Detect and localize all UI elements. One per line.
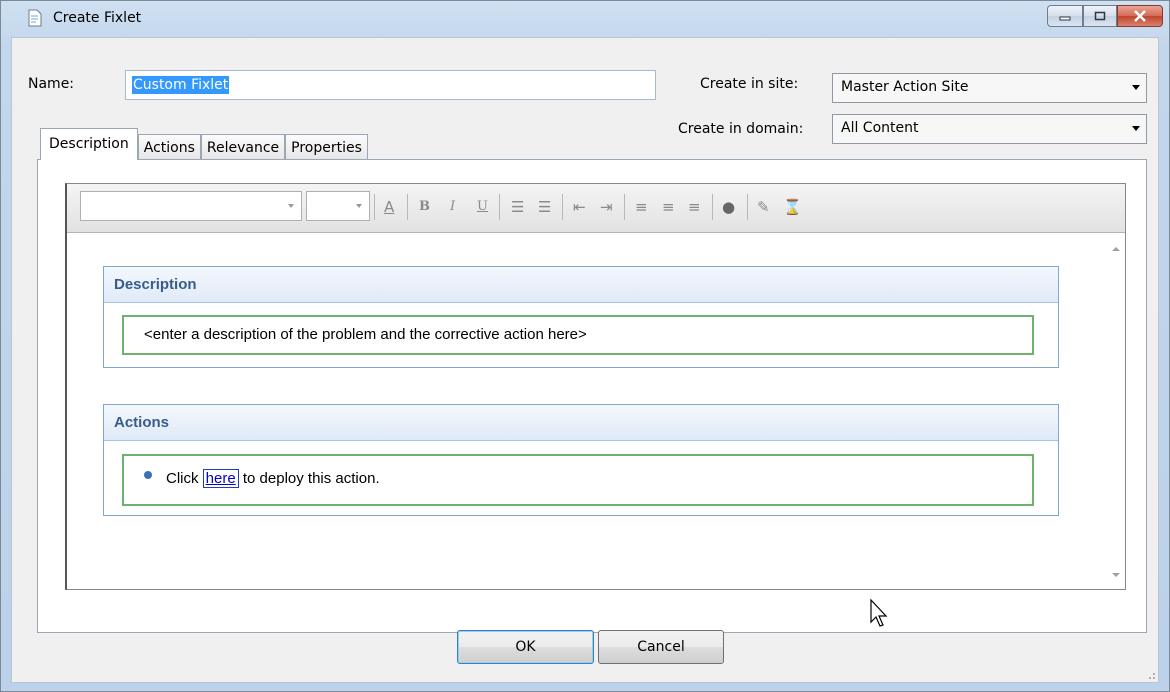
align-right-icon[interactable]: ≡	[688, 198, 701, 216]
name-input[interactable]: Custom Fixlet	[125, 70, 656, 100]
create-fixlet-window: Create Fixlet Name: Custom Fixlet Create…	[0, 0, 1170, 692]
bold-icon[interactable]: B	[419, 198, 430, 216]
tab-actions[interactable]: Actions	[137, 134, 201, 160]
name-input-value: Custom Fixlet	[132, 76, 230, 94]
title-bar[interactable]: Create Fixlet	[1, 1, 1169, 37]
maximize-button[interactable]	[1083, 5, 1117, 27]
bullet-icon	[144, 471, 152, 479]
description-section-header: Description	[104, 267, 1058, 303]
action-suffix: to deploy this action.	[238, 470, 380, 487]
editor-toolbar: A B I U ☰ ☰ ⇤ ⇥ ≡ ≡ ≡ ● ✎ ⌛	[67, 184, 1125, 233]
mouse-pointer-icon	[870, 598, 888, 627]
description-section: Description <enter a description of the …	[103, 266, 1059, 368]
font-size-select[interactable]	[306, 191, 370, 221]
domain-select-value: All Content	[841, 120, 919, 136]
chevron-down-icon	[1132, 126, 1140, 131]
clear-format-icon[interactable]: ✎	[757, 198, 770, 216]
cancel-button[interactable]: Cancel	[598, 630, 724, 664]
insert-link-icon[interactable]: ●	[722, 198, 735, 216]
actions-section-header: Actions	[104, 405, 1058, 441]
tab-description[interactable]: Description	[40, 128, 138, 160]
indent-icon[interactable]: ⇥	[600, 198, 613, 216]
tab-strip: Description Actions Relevance Properties	[40, 128, 368, 160]
html-editor[interactable]: A B I U ☰ ☰ ⇤ ⇥ ≡ ≡ ≡ ● ✎ ⌛ Description …	[65, 183, 1126, 590]
outdent-icon[interactable]: ⇤	[573, 198, 586, 216]
font-family-select[interactable]	[80, 191, 302, 221]
domain-select[interactable]: All Content	[832, 114, 1147, 144]
underline-icon[interactable]: U	[477, 198, 488, 216]
font-color-icon[interactable]: A	[384, 198, 394, 216]
resize-grip-icon[interactable]	[1148, 672, 1156, 680]
document-icon	[28, 9, 42, 27]
bullet-list-icon[interactable]: ☰	[538, 198, 551, 216]
window-title: Create Fixlet	[53, 10, 142, 26]
actions-body: Click here to deploy this action.	[122, 454, 1034, 506]
site-label: Create in site:	[700, 76, 799, 92]
tab-properties[interactable]: Properties	[285, 134, 368, 160]
action-prefix: Click	[166, 470, 203, 487]
close-button[interactable]	[1117, 5, 1163, 27]
action-line: Click here to deploy this action.	[166, 469, 380, 488]
align-center-icon[interactable]: ≡	[662, 198, 675, 216]
scroll-down-icon[interactable]	[1112, 573, 1120, 577]
chevron-down-icon	[356, 204, 362, 208]
description-heading: Description	[114, 276, 197, 293]
italic-icon[interactable]: I	[450, 198, 455, 216]
align-left-icon[interactable]: ≡	[635, 198, 648, 216]
description-body[interactable]: <enter a description of the problem and …	[122, 315, 1034, 355]
ok-button[interactable]: OK	[457, 630, 594, 664]
description-placeholder: <enter a description of the problem and …	[144, 326, 587, 343]
dialog-body: Name: Custom Fixlet Create in site: Mast…	[11, 37, 1159, 683]
actions-section: Actions Click here to deploy this action…	[103, 404, 1059, 516]
chevron-down-icon	[1132, 85, 1140, 90]
scroll-up-icon[interactable]	[1112, 247, 1120, 251]
numbered-list-icon[interactable]: ☰	[511, 198, 524, 216]
maximize-icon	[1094, 11, 1106, 21]
actions-heading: Actions	[114, 414, 170, 431]
chevron-down-icon	[288, 204, 294, 208]
tab-relevance[interactable]: Relevance	[200, 134, 286, 160]
site-select-value: Master Action Site	[841, 79, 969, 95]
minimize-button[interactable]	[1047, 5, 1083, 27]
deploy-action-link[interactable]: here	[202, 469, 239, 488]
editor-scrollbar[interactable]	[1107, 233, 1125, 585]
source-view-icon[interactable]: ⌛	[783, 198, 802, 216]
site-select[interactable]: Master Action Site	[832, 73, 1147, 103]
name-label: Name:	[28, 76, 75, 92]
minimize-icon	[1059, 16, 1071, 21]
tab-panel: A B I U ☰ ☰ ⇤ ⇥ ≡ ≡ ≡ ● ✎ ⌛ Description …	[37, 159, 1147, 633]
domain-label: Create in domain:	[678, 121, 804, 137]
close-icon	[1134, 10, 1146, 22]
